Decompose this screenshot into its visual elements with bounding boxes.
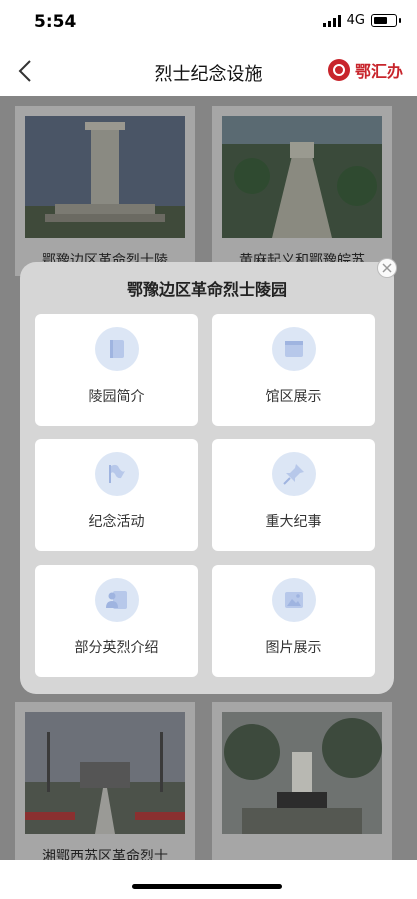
facility-card[interactable]: 湘鄂西苏区革命烈士 — [15, 702, 195, 872]
home-indicator-area — [0, 860, 417, 899]
nav-bar: 烈士纪念设施 鄂汇办 — [0, 46, 417, 96]
flag-icon — [95, 452, 139, 496]
network-label: 4G — [346, 13, 365, 28]
person-profile-icon — [95, 578, 139, 622]
home-indicator[interactable] — [132, 884, 282, 889]
menu-item-label: 纪念活动 — [88, 514, 145, 530]
brand-logo: 鄂汇办 — [327, 58, 403, 82]
menu-item-major-events[interactable]: 重大纪事 — [212, 439, 375, 551]
menu-item-martyrs-intro[interactable]: 部分英烈介绍 — [35, 565, 198, 677]
modal-title: 鄂豫边区革命烈士陵园 — [126, 280, 287, 299]
brand-name: 鄂汇办 — [354, 62, 403, 81]
menu-item-photo-gallery[interactable]: 图片展示 — [212, 565, 375, 677]
close-button[interactable] — [377, 258, 397, 278]
facility-card[interactable]: 黄麻起义和鄂豫皖苏 — [212, 106, 392, 276]
close-icon — [382, 263, 392, 273]
menu-item-label: 部分英烈介绍 — [74, 640, 159, 656]
menu-item-label: 陵园简介 — [88, 389, 145, 405]
status-bar: 5:54 4G — [0, 0, 417, 46]
signal-icon — [322, 14, 341, 27]
memorial-photo — [25, 712, 185, 834]
pin-icon — [272, 452, 316, 496]
menu-item-cemetery-intro[interactable]: 陵园简介 — [35, 314, 198, 426]
menu-item-label: 馆区展示 — [265, 389, 322, 405]
facility-menu-modal: 鄂豫边区革命烈士陵园 陵园简介 馆区展示 纪念活动 重大纪事 部分英烈介绍 图片… — [20, 262, 394, 694]
brand-emblem-icon — [327, 59, 350, 81]
memorial-photo — [25, 116, 185, 238]
status-time: 5:54 — [34, 12, 77, 32]
memorial-photo — [222, 116, 382, 238]
facility-card[interactable]: 鄂豫边区革命烈士陵 — [15, 106, 195, 276]
memorial-photo — [222, 712, 382, 834]
menu-item-memorial-activities[interactable]: 纪念活动 — [35, 439, 198, 551]
menu-item-label: 重大纪事 — [265, 514, 322, 530]
battery-icon — [371, 14, 401, 27]
book-icon — [95, 327, 139, 371]
status-indicators: 4G — [322, 13, 401, 28]
browser-window-icon — [272, 327, 316, 371]
menu-item-label: 图片展示 — [265, 640, 322, 656]
facility-card[interactable] — [212, 702, 392, 872]
image-icon — [272, 578, 316, 622]
menu-item-hall-display[interactable]: 馆区展示 — [212, 314, 375, 426]
